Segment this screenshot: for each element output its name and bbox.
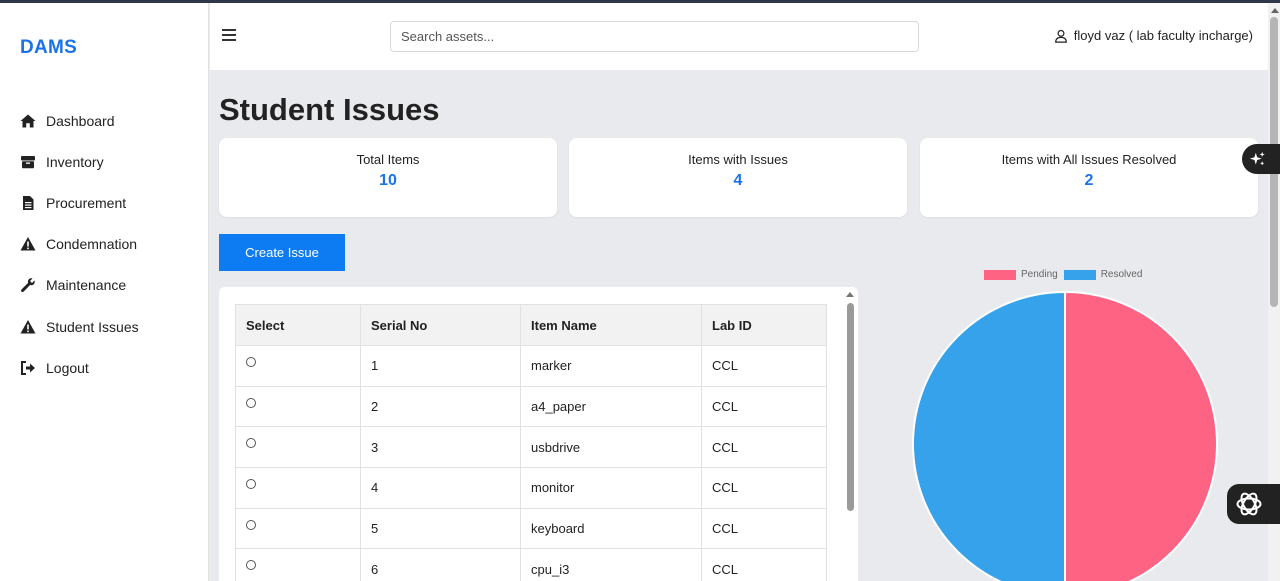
sidebar-item-condemnation[interactable]: Condemnation xyxy=(0,224,209,265)
box-icon xyxy=(21,155,35,168)
stat-card-total-items: Total Items 10 xyxy=(219,138,557,217)
ai-assistant-button[interactable] xyxy=(1242,144,1280,174)
stat-value: 10 xyxy=(379,172,397,189)
cell-lab-id: CCL xyxy=(701,507,827,550)
table-scroll-up-arrow[interactable] xyxy=(846,292,854,297)
legend-item-resolved[interactable]: Resolved xyxy=(1063,269,1143,280)
menu-toggle-icon[interactable] xyxy=(222,29,236,41)
user-icon xyxy=(1054,29,1067,43)
sidebar-item-dashboard[interactable]: Dashboard xyxy=(0,100,209,141)
cell-serial-no: 4 xyxy=(360,467,521,509)
select-radio[interactable] xyxy=(246,397,256,408)
user-menu[interactable]: floyd vaz ( lab faculty incharge) xyxy=(1054,28,1253,43)
warning-icon xyxy=(20,319,36,334)
openai-logo-icon xyxy=(1236,492,1262,516)
sidebar-item-label: Inventory xyxy=(46,153,104,170)
home-icon xyxy=(20,114,36,128)
cell-serial-no: 6 xyxy=(360,548,521,581)
cell-serial-no: 1 xyxy=(360,345,521,387)
legend-item-pending[interactable]: Pending xyxy=(984,269,1058,280)
column-header-select: Select xyxy=(235,304,361,346)
sidebar-item-student-issues[interactable]: Student Issues xyxy=(0,306,209,347)
table-row[interactable]: 2 a4_paper CCL xyxy=(235,385,827,428)
cell-lab-id: CCL xyxy=(701,548,827,581)
legend-swatch-pending xyxy=(984,269,1016,280)
select-radio[interactable] xyxy=(246,478,256,489)
select-radio[interactable] xyxy=(246,438,256,449)
sidebar-nav: Dashboard Inventory Procurement Condemna… xyxy=(0,100,209,388)
column-header-item-name: Item Name xyxy=(520,304,702,346)
sidebar-item-label: Dashboard xyxy=(46,112,115,129)
chart-legend: Pending Resolved xyxy=(984,269,1148,280)
issues-pie-chart xyxy=(912,290,1218,581)
table-row[interactable]: 3 usbdrive CCL xyxy=(235,426,827,469)
logout-icon xyxy=(21,360,35,375)
sidebar-item-inventory[interactable]: Inventory xyxy=(0,141,209,182)
sidebar-item-label: Condemnation xyxy=(46,236,138,253)
stat-value: 2 xyxy=(1084,172,1094,189)
stat-label: Items with All Issues Resolved xyxy=(1001,152,1177,167)
table-header-row: Select Serial No Item Name Lab ID xyxy=(235,304,827,346)
pie-slice-pending[interactable] xyxy=(1064,290,1218,581)
stat-label: Items with Issues xyxy=(688,152,788,167)
select-radio[interactable] xyxy=(246,519,256,530)
file-icon xyxy=(23,195,34,210)
cell-lab-id: CCL xyxy=(701,467,827,509)
sparkle-icon xyxy=(1249,151,1265,166)
table-scrollbar[interactable] xyxy=(847,303,854,511)
sidebar-item-maintenance[interactable]: Maintenance xyxy=(0,265,209,306)
cell-item-name: monitor xyxy=(520,467,702,509)
sidebar-item-label: Maintenance xyxy=(46,277,127,294)
sidebar-item-logout[interactable]: Logout xyxy=(0,347,209,388)
cell-serial-no: 2 xyxy=(360,385,521,428)
cell-item-name: keyboard xyxy=(520,507,702,550)
items-table: Select Serial No Item Name Lab ID 1 mark… xyxy=(235,304,827,581)
sidebar-item-procurement[interactable]: Procurement xyxy=(0,182,209,223)
cell-serial-no: 5 xyxy=(360,507,521,550)
cell-item-name: marker xyxy=(520,345,702,387)
warning-icon xyxy=(20,237,36,251)
pie-slice-resolved[interactable] xyxy=(912,290,1066,581)
page-title: Student Issues xyxy=(219,92,440,127)
table-row[interactable]: 6 cpu_i3 CCL xyxy=(235,548,827,581)
legend-swatch-resolved xyxy=(1063,269,1096,280)
sidebar: DAMS Dashboard Inventory Procurement Con… xyxy=(0,3,209,581)
stat-label: Total Items xyxy=(356,152,420,167)
cell-item-name: cpu_i3 xyxy=(520,548,702,581)
chat-assistant-button[interactable] xyxy=(1227,484,1280,524)
table-row[interactable]: 4 monitor CCL xyxy=(235,467,827,509)
stat-card-all-issues-resolved: Items with All Issues Resolved 2 xyxy=(920,138,1258,217)
select-radio[interactable] xyxy=(246,560,256,571)
sidebar-item-label: Procurement xyxy=(46,194,127,211)
wrench-icon xyxy=(21,278,35,293)
column-header-lab-id: Lab ID xyxy=(701,304,827,346)
stat-card-items-with-issues: Items with Issues 4 xyxy=(569,138,907,217)
create-issue-button[interactable]: Create Issue xyxy=(219,234,345,271)
cell-item-name: usbdrive xyxy=(520,426,702,469)
table-row[interactable]: 1 marker CCL xyxy=(235,345,827,387)
legend-label-resolved: Resolved xyxy=(1100,269,1143,280)
items-table-card: Select Serial No Item Name Lab ID 1 mark… xyxy=(219,287,858,581)
column-header-serial-no: Serial No xyxy=(360,304,521,346)
cell-lab-id: CCL xyxy=(701,345,827,387)
select-radio[interactable] xyxy=(246,356,256,367)
user-name: floyd vaz ( lab faculty incharge) xyxy=(1073,28,1253,43)
table-row[interactable]: 5 keyboard CCL xyxy=(235,507,827,550)
search-input[interactable] xyxy=(390,21,919,52)
stat-value: 4 xyxy=(733,172,743,189)
brand-logo[interactable]: DAMS xyxy=(20,37,77,59)
cell-item-name: a4_paper xyxy=(520,385,702,428)
page-scroll-up-arrow[interactable] xyxy=(1271,8,1279,13)
sidebar-item-label: Student Issues xyxy=(46,318,139,335)
cell-lab-id: CCL xyxy=(701,426,827,469)
sidebar-item-label: Logout xyxy=(46,359,89,376)
cell-lab-id: CCL xyxy=(701,385,827,428)
top-header: floyd vaz ( lab faculty incharge) xyxy=(210,3,1268,70)
legend-label-pending: Pending xyxy=(1021,269,1058,280)
cell-serial-no: 3 xyxy=(360,426,521,469)
